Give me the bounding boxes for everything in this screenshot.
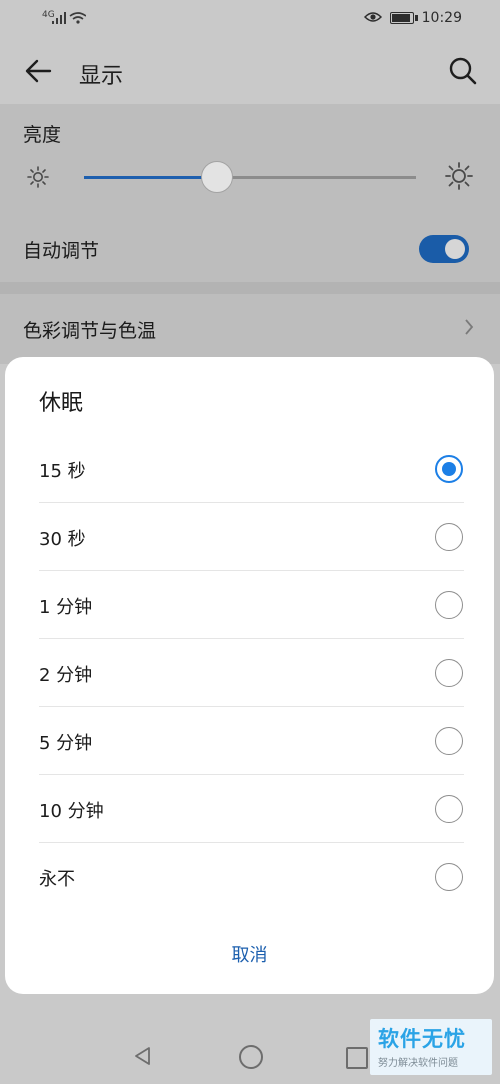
nav-back-icon[interactable] (133, 1046, 153, 1066)
sun-small-icon (27, 166, 49, 188)
search-icon[interactable] (448, 56, 478, 86)
option-label: 15 秒 (39, 461, 86, 482)
color-temperature-label: 色彩调节与色温 (23, 320, 157, 342)
battery-icon (390, 12, 418, 24)
watermark-logo: 软件无忧 努力解决软件问题 (370, 1019, 492, 1075)
option-label: 5 分钟 (39, 733, 93, 754)
sleep-option-2min[interactable]: 2 分钟 (39, 639, 464, 707)
radio-button[interactable] (435, 795, 463, 823)
sleep-option-15s[interactable]: 15 秒 (39, 435, 464, 503)
app-bar: 显示 (0, 36, 500, 104)
slider-fill (84, 176, 217, 179)
sleep-dialog: 休眠 15 秒 30 秒 1 分钟 2 分钟 5 分钟 10 分钟 永不 取消 (5, 357, 494, 994)
nav-home-icon[interactable] (239, 1045, 263, 1069)
back-arrow-icon[interactable] (20, 54, 56, 88)
cancel-button[interactable]: 取消 (5, 941, 494, 967)
option-label: 2 分钟 (39, 665, 93, 686)
toggle-knob (445, 239, 465, 259)
sleep-option-never[interactable]: 永不 (39, 843, 464, 910)
radio-button[interactable] (435, 659, 463, 687)
radio-button[interactable] (435, 523, 463, 551)
sleep-option-5min[interactable]: 5 分钟 (39, 707, 464, 775)
option-label: 1 分钟 (39, 597, 93, 618)
nav-recent-apps-icon[interactable] (346, 1047, 368, 1069)
radio-button[interactable] (435, 727, 463, 755)
slider-thumb[interactable] (200, 161, 233, 193)
brightness-section: 亮度 自动调节 (0, 104, 500, 282)
auto-adjust-label: 自动调节 (23, 240, 100, 262)
color-temperature-item[interactable]: 色彩调节与色温 (0, 294, 500, 364)
option-label: 永不 (39, 869, 75, 890)
watermark-sub: 努力解决软件问题 (378, 1058, 458, 1069)
auto-adjust-toggle[interactable] (419, 235, 469, 263)
sleep-options-list: 15 秒 30 秒 1 分钟 2 分钟 5 分钟 10 分钟 永不 (39, 435, 464, 910)
eye-comfort-icon (364, 12, 382, 22)
dialog-title: 休眠 (39, 391, 84, 416)
radio-button[interactable] (435, 591, 463, 619)
radio-button[interactable] (435, 863, 463, 891)
watermark-main: 软件无忧 (378, 1027, 466, 1051)
chevron-right-icon (465, 319, 474, 335)
section-divider (0, 282, 500, 294)
signal-icon (52, 12, 86, 24)
radio-button[interactable] (435, 455, 463, 483)
brightness-label: 亮度 (23, 124, 62, 146)
sleep-option-1min[interactable]: 1 分钟 (39, 571, 464, 639)
option-label: 10 分钟 (39, 801, 104, 822)
page-title: 显示 (79, 64, 124, 89)
sun-large-icon (445, 162, 473, 190)
sleep-option-10min[interactable]: 10 分钟 (39, 775, 464, 843)
brightness-slider[interactable] (84, 161, 416, 193)
option-label: 30 秒 (39, 529, 86, 550)
sleep-option-30s[interactable]: 30 秒 (39, 503, 464, 571)
clock: 10:29 (421, 10, 462, 26)
status-bar: 4G 10:29 (0, 0, 500, 36)
